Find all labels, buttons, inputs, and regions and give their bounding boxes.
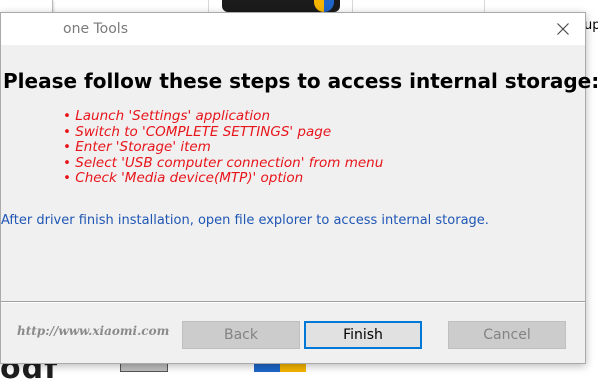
shield-icon xyxy=(314,0,334,12)
finish-button[interactable]: Finish xyxy=(304,321,422,349)
step-item: Check 'Media device(MTP)' option xyxy=(63,170,383,187)
title-bar[interactable]: one Tools xyxy=(1,13,585,45)
xiaomi-phone-tools-dialog: one Tools Please follow these steps to a… xyxy=(0,12,598,364)
steps-list: Launch 'Settings' application Switch to … xyxy=(63,108,383,187)
step-item: Enter 'Storage' item xyxy=(63,139,383,156)
instructions-heading: Please follow these steps to access inte… xyxy=(3,69,598,93)
xiaomi-website-link[interactable]: http://www.xiaomi.com xyxy=(17,324,169,338)
window-title: one Tools xyxy=(63,21,128,37)
close-button[interactable] xyxy=(541,13,585,45)
cancel-button[interactable]: Cancel xyxy=(448,321,566,349)
background-divider xyxy=(208,0,209,12)
background-divider xyxy=(484,0,485,12)
background-app-thumbnail xyxy=(222,0,340,12)
step-item: Select 'USB computer connection' from me… xyxy=(63,155,383,172)
background-divider xyxy=(352,0,353,12)
close-icon xyxy=(557,23,569,35)
installation-note: After driver finish installation, open f… xyxy=(1,213,489,228)
footer-separator xyxy=(1,301,585,303)
step-item: Launch 'Settings' application xyxy=(63,108,383,125)
step-item: Switch to 'COMPLETE SETTINGS' page xyxy=(63,124,383,141)
background-text-fragment: up xyxy=(584,18,598,33)
back-button[interactable]: Back xyxy=(182,321,300,349)
